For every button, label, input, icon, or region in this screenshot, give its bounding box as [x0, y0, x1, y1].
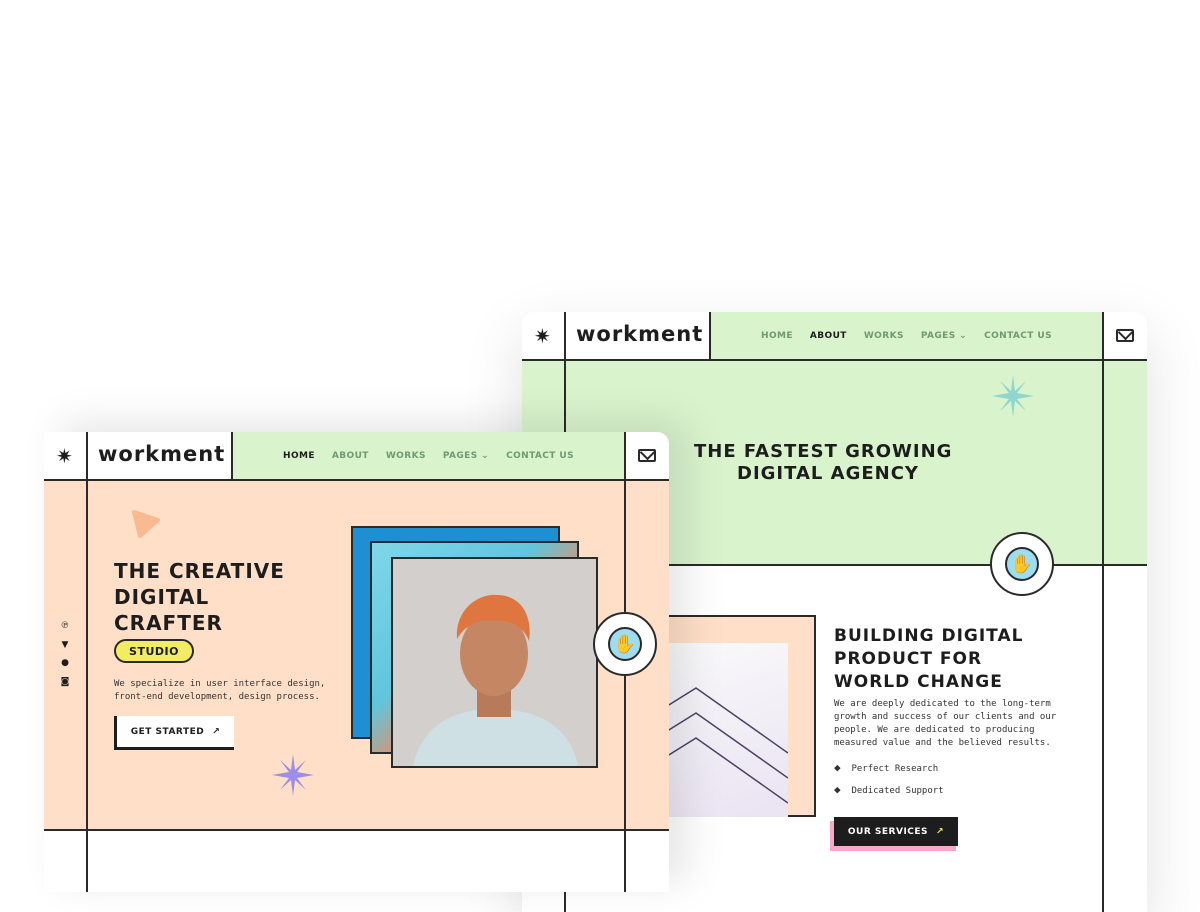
section-title: BUILDING DIGITAL PRODUCT FOR WORLD CHANG… [834, 625, 1023, 694]
nav-works[interactable]: WORKS [864, 331, 904, 341]
diamond-bullet-icon: ◆ [834, 783, 841, 796]
triangle-shape-icon [132, 510, 160, 538]
section-title-line-3: WORLD CHANGE [834, 672, 1003, 692]
our-services-button[interactable]: OUR SERVICES ↗ [834, 817, 958, 846]
nav-pages[interactable]: PAGES ⌄ [443, 451, 489, 461]
arrow-up-right-icon: ↗ [936, 826, 945, 837]
home-page-window: ✷ workment HOME ABOUT WORKS PAGES ⌄ CONT… [44, 432, 669, 892]
feature-label: Dedicated Support [851, 786, 944, 796]
portrait-image [391, 557, 598, 768]
grid-line [709, 312, 711, 360]
pinterest-icon[interactable]: ℗ [59, 622, 71, 631]
sparkle-star-icon [272, 754, 314, 796]
grid-line [44, 829, 669, 831]
feature-item: ◆ Perfect Research [834, 761, 938, 774]
hand-icon: ✋ [1005, 547, 1039, 581]
twitter-icon[interactable]: ▼ [59, 641, 71, 650]
chevron-down-icon: ⌄ [959, 331, 968, 341]
get-started-label: GET STARTED [130, 726, 205, 737]
architecture-image [656, 643, 788, 817]
grid-line [1102, 312, 1104, 912]
nav-contact[interactable]: CONTACT US [506, 451, 574, 461]
mail-icon[interactable] [638, 449, 656, 462]
hero-body: We specialize in user interface design, … [114, 678, 325, 704]
hero-title-line-1: THE FASTEST GROWING [694, 441, 953, 462]
nav-about[interactable]: ABOUT [810, 331, 847, 341]
logo-star-icon: ✷ [534, 324, 551, 348]
sparkle-star-icon [992, 375, 1034, 417]
hero-title-line-3: CRAFTER [114, 611, 223, 635]
hero-title-line-1: THE CREATIVE [114, 559, 285, 583]
grid-line [522, 359, 1147, 361]
logo-star-icon: ✷ [56, 444, 73, 468]
grid-line [86, 432, 88, 892]
section-title-line-2: PRODUCT FOR [834, 649, 983, 669]
nav-pages-label: PAGES [920, 331, 956, 341]
grid-line [231, 432, 233, 480]
nav-pages-label: PAGES [442, 451, 478, 461]
studio-tag: STUDIO [114, 639, 194, 663]
chevron-down-icon: ⌄ [481, 451, 490, 461]
concept-research-badge: ✋ [990, 532, 1054, 596]
section-body-line-3: people. We are dedicated to producing [834, 725, 1035, 735]
grid-line [44, 479, 669, 481]
logo[interactable]: workment [576, 322, 703, 346]
concept-research-badge: ✋ [593, 612, 657, 676]
section-body-line-1: We are deeply dedicated to the long-term [834, 699, 1051, 709]
hero-title-line-2: DIGITAL AGENCY [737, 463, 919, 484]
get-started-button[interactable]: GET STARTED ↗ [114, 716, 234, 750]
mail-icon[interactable] [1116, 329, 1134, 342]
main-nav: HOME ABOUT WORKS PAGES ⌄ CONTACT US [233, 432, 624, 480]
nav-works[interactable]: WORKS [386, 451, 426, 461]
section-title-line-1: BUILDING DIGITAL [834, 626, 1024, 646]
arrow-up-right-icon: ↗ [212, 726, 221, 737]
nav-home[interactable]: HOME [761, 331, 793, 341]
instagram-icon[interactable]: ◙ [59, 678, 71, 687]
feature-label: Perfect Research [851, 764, 939, 774]
hero-title: THE CREATIVE DIGITAL CRAFTER [114, 558, 285, 636]
hero-body-line-1: We specialize in user interface design, [114, 679, 326, 689]
nav-pages[interactable]: PAGES ⌄ [921, 331, 967, 341]
facebook-icon[interactable]: ● [59, 659, 71, 668]
diamond-bullet-icon: ◆ [834, 761, 841, 774]
section-body: We are deeply dedicated to the long-term… [834, 698, 1056, 750]
main-nav: HOME ABOUT WORKS PAGES ⌄ CONTACT US [711, 312, 1102, 360]
hero-title-line-2: DIGITAL [114, 585, 210, 609]
section-body-line-4: measured value and the believed results. [834, 738, 1051, 748]
our-services-label: OUR SERVICES [847, 826, 929, 837]
feature-item: ◆ Dedicated Support [834, 783, 944, 796]
nav-home[interactable]: HOME [283, 451, 315, 461]
nav-contact[interactable]: CONTACT US [984, 331, 1052, 341]
section-body-line-2: growth and success of our clients and ou… [834, 712, 1057, 722]
hand-icon: ✋ [608, 627, 642, 661]
nav-about[interactable]: ABOUT [332, 451, 369, 461]
hero-body-line-2: front-end development, design process. [114, 692, 320, 702]
logo[interactable]: workment [98, 442, 225, 466]
